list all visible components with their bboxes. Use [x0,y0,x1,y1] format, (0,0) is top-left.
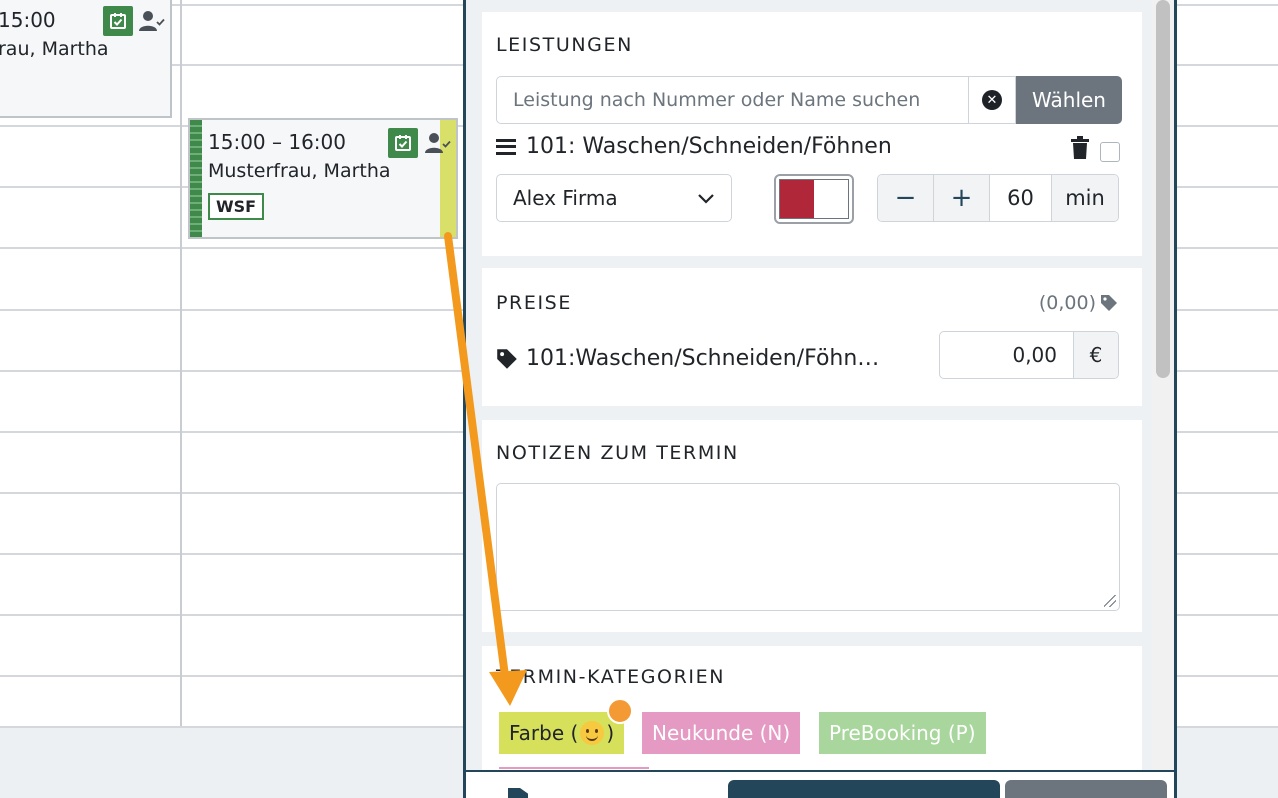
duration-decrease-button[interactable]: − [878,175,934,221]
appointment-time: 15:00 [0,8,56,32]
staff-select-value: Alex Firma [513,186,618,210]
duration-unit: min [1052,175,1118,221]
service-search-group: Leistung nach Nummer oder Name suchen ✕ … [496,76,1122,124]
grid-line [1177,4,1278,6]
grid-line [0,614,470,616]
grid-line [1177,309,1278,311]
notification-dot [607,698,633,724]
check-calendar-icon [388,128,418,158]
grid-line [0,492,470,494]
appointment-time: 15:00 – 16:00 [208,130,346,154]
appointment-status-stripe [190,120,202,237]
notes-title: NOTIZEN ZUM TERMIN [496,442,739,464]
prices-total-value: (0,00) [1038,292,1096,314]
footer-secondary-button[interactable] [1005,780,1167,798]
grid-line [1177,125,1278,127]
grid-line [1177,247,1278,249]
appointment-card[interactable]: 15:00 rau, Martha [0,0,172,118]
grid-line [170,64,470,66]
grid-line [1177,64,1278,66]
categories-section: TERMIN-KATEGORIEN Farbe ( ) Neukunde (N)… [482,646,1142,776]
person-check-icon [422,128,454,158]
price-item-label: 101:Waschen/Schneiden/Föhn… [526,346,880,371]
hamburger-icon[interactable] [496,138,516,155]
categories-title: TERMIN-KATEGORIEN [496,666,726,688]
services-section: LEISTUNGEN Leistung nach Nummer oder Nam… [482,12,1142,256]
appointment-client: Musterfrau, Martha [208,160,391,182]
clear-search-button[interactable]: ✕ [968,76,1016,124]
grid-line [1177,614,1278,616]
panel-scrollbar-thumb[interactable] [1156,0,1170,378]
prices-section: PREISE (0,00) 101:Waschen/Schneiden/Föhn… [482,268,1142,406]
duration-stepper: − + 60 min [877,174,1119,222]
notes-textarea[interactable] [496,483,1120,611]
staff-color-toggle[interactable] [774,174,854,224]
clear-icon: ✕ [982,90,1002,110]
smile-emoji-icon [580,721,605,745]
notes-section: NOTIZEN ZUM TERMIN [482,420,1142,632]
prices-total-hint: (0,00) [1039,292,1118,314]
service-item-label: 101: Waschen/Schneiden/Föhnen [526,134,892,159]
person-check-icon [136,6,168,36]
column-divider [180,0,182,798]
prices-title: PREISE [496,292,572,314]
grid-line [1177,553,1278,555]
price-tag-icon [497,348,517,369]
grid-line [0,675,470,677]
grid-line [0,309,470,311]
trash-icon[interactable] [1070,136,1090,164]
appointment-client: rau, Martha [0,38,109,60]
chevron-down-icon [697,186,715,210]
grid-line [1177,431,1278,433]
services-title: LEISTUNGEN [496,34,633,56]
price-input-group: 0,00 € [939,331,1119,379]
grid-line [0,553,470,555]
footer-primary-button[interactable] [728,780,1000,798]
category-chip-prebooking[interactable]: PreBooking (P) [819,712,986,754]
staff-select[interactable]: Alex Firma [496,174,732,222]
category-chip-label: Farbe ( [509,721,579,745]
choose-service-button[interactable]: Wählen [1016,76,1122,124]
service-select-checkbox[interactable] [1100,142,1120,162]
resize-grip-icon[interactable] [1104,595,1116,607]
duration-increase-button[interactable]: + [934,175,990,221]
grid-line [1177,186,1278,188]
price-tag-icon [1101,295,1117,311]
grid-line [0,186,190,188]
appointment-card-selected[interactable]: 15:00 – 16:00 Musterfrau, Martha WSF [188,118,458,239]
grid-line [0,247,470,249]
check-calendar-icon [103,6,133,36]
service-item: 101: Waschen/Schneiden/Föhnen [496,134,892,159]
price-input[interactable]: 0,00 [940,332,1074,378]
grid-line [0,370,470,372]
grid-line [1177,370,1278,372]
grid-line [170,4,470,6]
price-item: 101:Waschen/Schneiden/Föhn… [496,346,879,371]
grid-line [1177,492,1278,494]
category-chip-neukunde[interactable]: Neukunde (N) [642,712,801,754]
grid-line [1177,675,1278,677]
category-chip-farbe[interactable]: Farbe ( ) [499,712,625,754]
service-search-input[interactable]: Leistung nach Nummer oder Name suchen [496,76,968,124]
currency-label: € [1074,332,1118,378]
duration-input[interactable]: 60 [990,175,1052,221]
service-tag: WSF [208,193,265,220]
category-chip-label-end: ) [606,721,615,745]
appointment-side-panel: LEISTUNGEN Leistung nach Nummer oder Nam… [463,0,1177,798]
grid-line [0,431,470,433]
